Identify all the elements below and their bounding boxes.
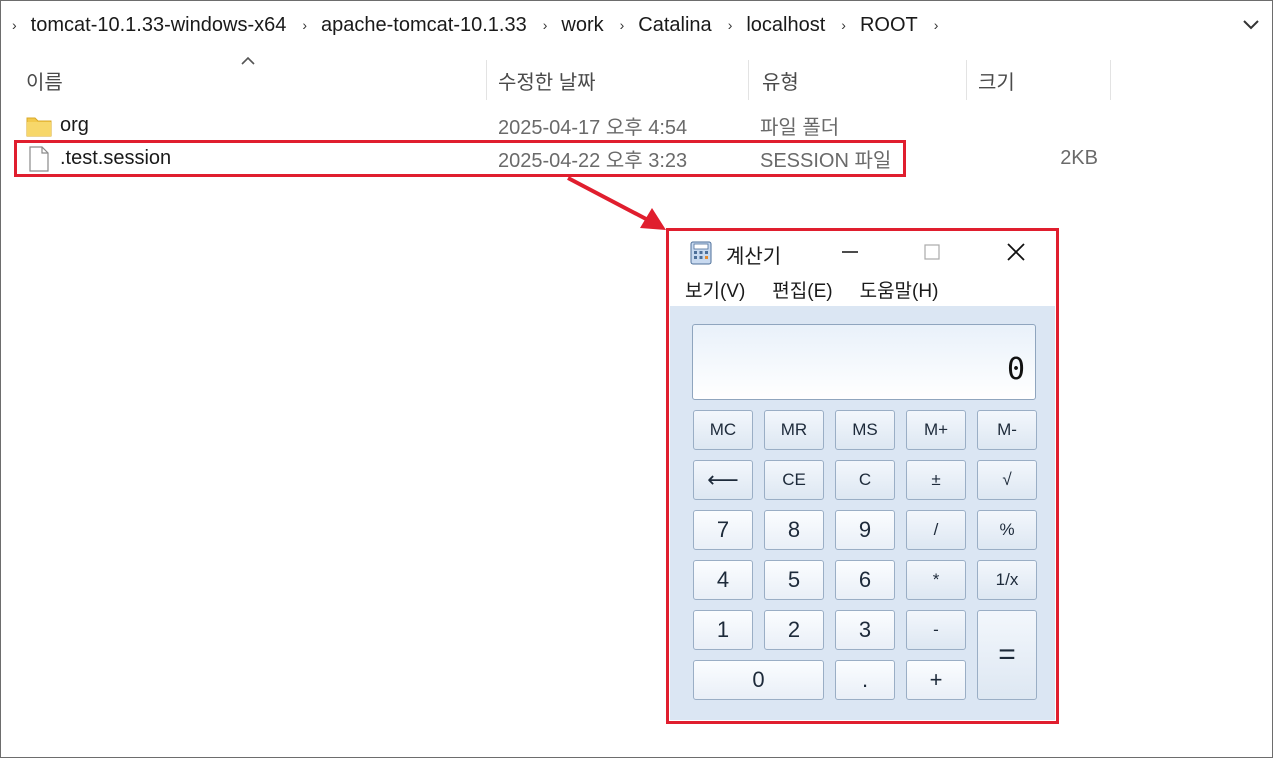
file-name: org: [60, 113, 89, 136]
key-6[interactable]: 6: [835, 560, 895, 600]
key-mr[interactable]: MR: [764, 410, 824, 450]
column-divider[interactable]: [966, 60, 967, 100]
menu-edit[interactable]: 편집(E): [772, 276, 832, 303]
key-divide[interactable]: /: [906, 510, 966, 550]
key-5[interactable]: 5: [764, 560, 824, 600]
key-2[interactable]: 2: [764, 610, 824, 650]
breadcrumb: › tomcat-10.1.33-windows-x64 › apache-to…: [12, 8, 952, 42]
chevron-right-icon[interactable]: ›: [302, 17, 307, 33]
key-1[interactable]: 1: [693, 610, 753, 650]
key-multiply[interactable]: *: [906, 560, 966, 600]
maximize-icon: [924, 244, 940, 260]
minimize-icon: [842, 251, 858, 253]
key-ms[interactable]: MS: [835, 410, 895, 450]
calculator-display: 0: [692, 324, 1036, 400]
window-title: 계산기: [726, 246, 782, 268]
menu-bar: 보기(V) 편집(E) 도움말(H): [670, 272, 1055, 306]
column-divider[interactable]: [1110, 60, 1111, 100]
key-3[interactable]: 3: [835, 610, 895, 650]
key-decimal[interactable]: .: [835, 660, 895, 700]
breadcrumb-item-catalina[interactable]: Catalina: [638, 14, 711, 37]
breadcrumb-item-apache-tomcat[interactable]: apache-tomcat-10.1.33: [321, 14, 527, 37]
key-7[interactable]: 7: [693, 510, 753, 550]
annotation-arrow: [567, 176, 666, 230]
chevron-right-icon[interactable]: ›: [620, 17, 625, 33]
key-plus-minus[interactable]: ±: [906, 460, 966, 500]
key-m-minus[interactable]: M-: [977, 410, 1037, 450]
key-ce[interactable]: CE: [764, 460, 824, 500]
calculator-window: 계산기 보기(V) 편집(E) 도움말(H) 0 MC MR MS M+ M- …: [670, 232, 1055, 720]
close-button[interactable]: [996, 238, 1036, 266]
menu-help[interactable]: 도움말(H): [860, 276, 939, 303]
highlight-box-session-file: [14, 140, 906, 177]
chevron-right-icon[interactable]: ›: [728, 17, 733, 33]
file-type: 파일 폴더: [760, 116, 840, 139]
key-sqrt[interactable]: √: [977, 460, 1037, 500]
title-bar[interactable]: 계산기: [670, 232, 1055, 272]
column-divider[interactable]: [748, 60, 749, 100]
chevron-right-icon: ›: [12, 17, 17, 33]
chevron-right-icon[interactable]: ›: [841, 17, 846, 33]
column-header-type[interactable]: 유형: [762, 60, 799, 100]
maximize-button[interactable]: [912, 238, 952, 266]
breadcrumb-item-tomcat-dist[interactable]: tomcat-10.1.33-windows-x64: [31, 14, 287, 37]
folder-icon: [26, 117, 52, 137]
close-icon: [1007, 243, 1025, 261]
breadcrumb-item-work[interactable]: work: [561, 14, 603, 37]
key-equals[interactable]: =: [977, 610, 1037, 700]
breadcrumb-item-root[interactable]: ROOT: [860, 14, 918, 37]
key-percent[interactable]: %: [977, 510, 1037, 550]
key-c[interactable]: C: [835, 460, 895, 500]
key-add[interactable]: +: [906, 660, 966, 700]
key-9[interactable]: 9: [835, 510, 895, 550]
key-4[interactable]: 4: [693, 560, 753, 600]
chevron-right-icon[interactable]: ›: [934, 17, 939, 33]
key-0[interactable]: 0: [693, 660, 824, 700]
display-value: 0: [1006, 352, 1025, 387]
file-row-org[interactable]: org 2025-04-17 오후 4:54 파일 폴더: [0, 110, 1098, 140]
file-modified: 2025-04-17 오후 4:54: [498, 116, 688, 139]
key-subtract[interactable]: -: [906, 610, 966, 650]
key-backspace[interactable]: ⟵: [693, 460, 753, 500]
key-8[interactable]: 8: [764, 510, 824, 550]
chevron-down-icon[interactable]: [1239, 12, 1263, 36]
sort-ascending-icon: [241, 56, 255, 65]
file-size: 2KB: [1060, 146, 1098, 169]
column-header-size[interactable]: 크기: [978, 60, 1015, 100]
key-reciprocal[interactable]: 1/x: [977, 560, 1037, 600]
chevron-right-icon[interactable]: ›: [543, 17, 548, 33]
minimize-button[interactable]: [830, 238, 870, 266]
breadcrumb-item-localhost[interactable]: localhost: [746, 14, 825, 37]
column-header-name[interactable]: 이름: [26, 60, 63, 100]
column-divider[interactable]: [486, 60, 487, 100]
key-mc[interactable]: MC: [693, 410, 753, 450]
column-header-modified[interactable]: 수정한 날짜: [498, 60, 596, 100]
menu-view[interactable]: 보기(V): [685, 276, 745, 303]
calculator-icon: [690, 241, 712, 265]
key-m-plus[interactable]: M+: [906, 410, 966, 450]
